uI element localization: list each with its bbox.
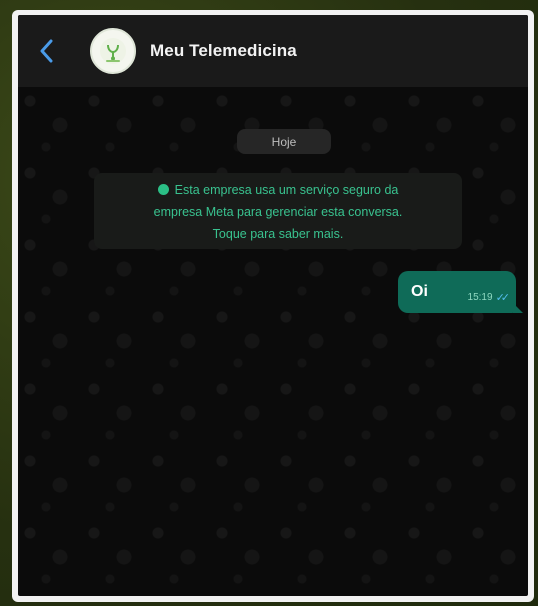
chat-screen: Meu Telemedicina Hoje Esta empresa usa u… — [18, 15, 528, 596]
contact-name[interactable]: Meu Telemedicina — [150, 41, 297, 61]
back-button[interactable] — [32, 33, 60, 69]
notice-line-3: Toque para saber mais. — [212, 227, 344, 241]
outgoing-message[interactable]: Oi 15:19 ✓✓ — [398, 271, 523, 313]
clinic-logo-icon — [100, 38, 126, 64]
encryption-notice[interactable]: Esta empresa usa um serviço seguro da em… — [94, 173, 462, 249]
chat-header: Meu Telemedicina — [18, 15, 528, 87]
message-time: 15:19 — [467, 291, 493, 303]
message-text: Oi — [411, 283, 428, 300]
read-double-check-icon: ✓✓ — [495, 291, 511, 304]
notice-line-1: Esta empresa usa um serviço seguro da — [94, 179, 462, 201]
notice-text-1: Esta empresa usa um serviço seguro da — [174, 183, 399, 197]
info-icon — [157, 184, 169, 195]
screenshot-frame: Meu Telemedicina Hoje Esta empresa usa u… — [12, 10, 534, 602]
date-separator: Hoje — [237, 129, 331, 154]
chevron-left-icon — [40, 39, 53, 63]
notice-line-2: empresa Meta para gerenciar esta convers… — [153, 205, 403, 219]
message-meta: 15:19 ✓✓ — [467, 291, 511, 304]
contact-avatar[interactable] — [90, 28, 136, 74]
